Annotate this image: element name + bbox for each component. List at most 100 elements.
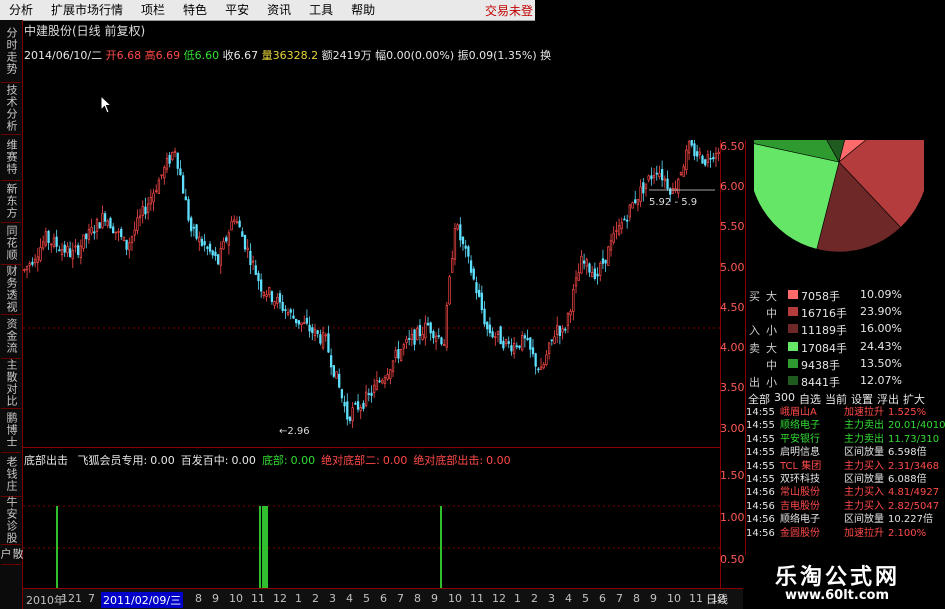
candle-body bbox=[496, 330, 500, 335]
alert-tab-3[interactable]: 当前 bbox=[825, 391, 847, 406]
candle-body bbox=[101, 213, 104, 229]
menu-item-help[interactable]: 帮助 bbox=[342, 0, 384, 20]
indicator-signal-bar bbox=[266, 506, 268, 588]
sidebar-tab-4[interactable]: 同花顺 bbox=[1, 222, 21, 265]
alert-row[interactable]: 14:56 吉电股份 主力买入 2.82/5047 bbox=[746, 500, 945, 513]
candle-body bbox=[604, 259, 607, 264]
candle-body bbox=[179, 168, 182, 176]
candle-body bbox=[558, 325, 562, 336]
candle-body bbox=[265, 294, 268, 297]
period-label[interactable]: 日线 bbox=[706, 591, 728, 607]
date-label: 2 bbox=[531, 592, 538, 605]
candle-body bbox=[553, 336, 556, 344]
alert-tab-6[interactable]: 扩大 bbox=[903, 391, 925, 406]
candle-body bbox=[338, 373, 341, 388]
sidebar-tab-5[interactable]: 财务透视 bbox=[1, 264, 21, 315]
alert-row[interactable]: 14:55 TCL 集团 主力买入 2.31/3468 bbox=[746, 460, 945, 473]
candle-body bbox=[451, 258, 454, 273]
candle-body bbox=[364, 391, 368, 406]
candle-body bbox=[373, 384, 376, 393]
alert-row[interactable]: 14:56 顺络电子 区间放量 10.227倍 bbox=[746, 513, 945, 526]
flow-amount: 17084手 bbox=[801, 342, 847, 355]
alert-tab-2[interactable]: 自选 bbox=[799, 391, 821, 406]
date-label: 5 bbox=[582, 592, 589, 605]
candle-body bbox=[74, 245, 77, 248]
alert-tab-0[interactable]: 全部 bbox=[748, 391, 770, 406]
alert-tab-4[interactable]: 设置 bbox=[851, 391, 873, 406]
flow-size: 小 bbox=[766, 324, 777, 337]
candle-body bbox=[545, 354, 548, 365]
indicator-legend-item: 绝对底部出击: 0.00 bbox=[413, 454, 510, 467]
menu-item-pingan[interactable]: 平安 bbox=[216, 0, 258, 20]
sidebar-tabs: 分时走势 技术分析 维赛特 新东方 同花顺 财务透视 资金流 主散对比 鹏博士 老钱庄 牛安诊股 散户 bbox=[0, 20, 24, 609]
menu-item-column[interactable]: 项栏 bbox=[132, 0, 174, 20]
candle-body bbox=[260, 279, 263, 292]
sidebar-tab-7[interactable]: 主散对比 bbox=[1, 358, 21, 409]
sidebar-tab-3[interactable]: 新东方 bbox=[1, 180, 21, 223]
candlestick-chart[interactable]: ←2.96 5.92 - 5.9 $ $ bbox=[23, 140, 720, 436]
sidebar-tab-10[interactable]: 牛安诊股 bbox=[1, 496, 21, 545]
date-label: 10 bbox=[667, 592, 681, 605]
candle-body bbox=[529, 337, 532, 350]
alert-kind: 加速拉升 bbox=[844, 407, 884, 418]
sidebar-tab-11[interactable]: 散户 bbox=[0, 544, 24, 565]
alert-row[interactable]: 14:56 常山股份 主力买入 4.81/4927 bbox=[746, 486, 945, 499]
sidebar-tab-6[interactable]: 资金流 bbox=[1, 314, 21, 359]
candle-body bbox=[222, 241, 225, 250]
candle-body bbox=[85, 233, 88, 240]
alert-tab-1[interactable]: 300 bbox=[774, 391, 795, 405]
candle-body bbox=[33, 258, 37, 264]
candle-body bbox=[79, 245, 83, 258]
date-label: 7 bbox=[88, 592, 95, 605]
candle-body bbox=[499, 326, 502, 345]
date-axis[interactable]: 2010年 2011/02/09/三 12 1 7 8 9 10 11 12 1 2 3 4 5 6 7 8 9 10… bbox=[23, 588, 743, 609]
candle-body bbox=[184, 196, 187, 201]
candle-body bbox=[515, 345, 518, 348]
trade-login-notice[interactable]: 交易未登 bbox=[485, 2, 535, 19]
sidebar-tab-label: 牛安诊股 bbox=[5, 496, 18, 544]
alert-row[interactable]: 14:55 峨眉山A 加速拉升 1.525% bbox=[746, 406, 945, 419]
alert-value: 4.81/4927 bbox=[888, 487, 940, 499]
quote-date: 2014/06/10/二 bbox=[24, 49, 103, 62]
alert-tab-5[interactable]: 浮出 bbox=[877, 391, 899, 406]
candle-body bbox=[601, 258, 605, 264]
alert-value: 20.01/4010 bbox=[888, 420, 945, 432]
alert-kind: 区间放量 bbox=[844, 447, 884, 459]
alert-value: 1.525% bbox=[888, 407, 927, 418]
alert-row[interactable]: 14:55 顺络电子 主力卖出 20.01/4010 bbox=[746, 419, 945, 432]
candle-body bbox=[416, 327, 419, 341]
order-flow-row: 中 16716手 23.90% bbox=[746, 305, 945, 320]
menu-item-analysis[interactable]: 分析 bbox=[0, 0, 42, 20]
indicator-legend-label: 绝对底部二: bbox=[321, 454, 380, 467]
alert-stock: 金圆股份 bbox=[780, 527, 820, 539]
candle-body bbox=[211, 250, 214, 256]
alert-row[interactable]: 14:55 平安银行 主力卖出 11.73/310 bbox=[746, 433, 945, 446]
quote-close: 6.67 bbox=[233, 49, 259, 62]
alert-row[interactable]: 14:55 启明信息 区间放量 6.598倍 bbox=[746, 446, 945, 459]
candle-body bbox=[173, 151, 177, 153]
alert-stock: 顺络电子 bbox=[780, 514, 820, 526]
order-flow-pie bbox=[754, 140, 924, 253]
sidebar-tab-9[interactable]: 老钱庄 bbox=[1, 452, 21, 497]
sidebar-tab-0[interactable]: 分时走势 bbox=[1, 20, 21, 83]
candle-body bbox=[359, 407, 362, 411]
sidebar-tab-2[interactable]: 维赛特 bbox=[1, 134, 21, 181]
sidebar-tab-1[interactable]: 技术分析 bbox=[1, 82, 21, 135]
selected-date[interactable]: 2011/02/09/三 bbox=[101, 592, 184, 608]
indicator-legend-label: 百发百中: bbox=[180, 454, 229, 467]
alert-row[interactable]: 14:56 金圆股份 加速拉升 2.100% bbox=[746, 527, 945, 540]
menu-item-news[interactable]: 资讯 bbox=[258, 0, 300, 20]
candle-body bbox=[695, 151, 699, 157]
candle-body bbox=[356, 401, 360, 410]
menu-item-tools[interactable]: 工具 bbox=[300, 0, 342, 20]
flow-amount: 9438手 bbox=[801, 359, 840, 372]
menu-item-features[interactable]: 特色 bbox=[174, 0, 216, 20]
alert-row[interactable]: 14:55 双环科技 区间放量 6.088倍 bbox=[746, 473, 945, 486]
flow-percent: 13.50% bbox=[860, 357, 902, 370]
menu-item-ext-market[interactable]: 扩展市场行情 bbox=[42, 0, 132, 20]
sidebar-tab-8[interactable]: 鹏博士 bbox=[1, 408, 21, 453]
candle-body bbox=[475, 282, 478, 294]
candle-body bbox=[693, 143, 696, 157]
indicator-legend-item: 飞狐会员专用: 0.00 bbox=[78, 454, 175, 467]
date-label: 7 bbox=[616, 592, 623, 605]
